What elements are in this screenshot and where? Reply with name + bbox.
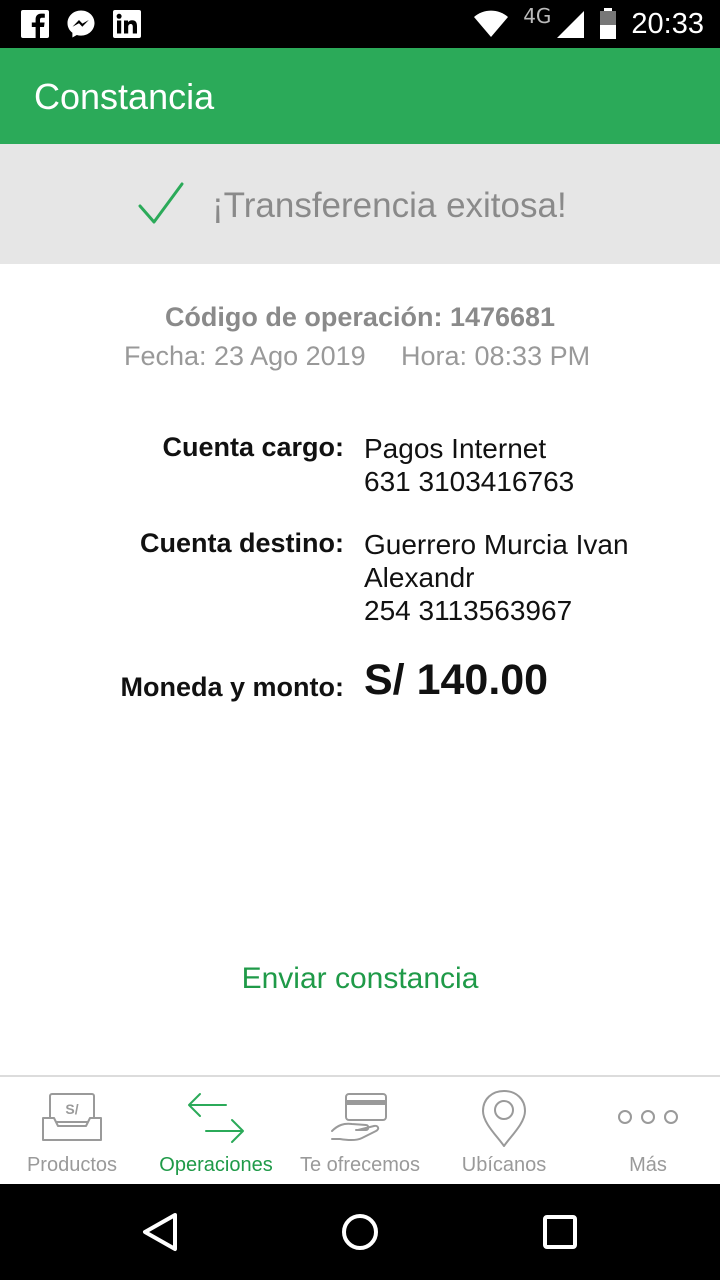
operation-code: Código de operación: 1476681 xyxy=(164,302,556,332)
operation-time: Hora: 08:33 PM xyxy=(401,341,591,371)
destination-account-name: Guerrero Murcia Ivan xyxy=(364,529,629,560)
check-icon xyxy=(138,182,184,224)
app-bar: Constancia xyxy=(0,48,720,144)
linkedin-icon xyxy=(113,10,141,38)
destination-account-name-cont: Alexandr xyxy=(364,562,475,593)
home-icon[interactable] xyxy=(340,1212,380,1252)
nav-item-productos[interactable]: S/ Productos xyxy=(0,1077,144,1184)
location-pin-icon xyxy=(482,1090,526,1147)
destination-account-label: Cuenta destino: xyxy=(139,528,344,558)
amount-label: Moneda y monto: xyxy=(120,672,345,702)
amount-value: S/ 140.00 xyxy=(364,656,549,704)
svg-text:S/: S/ xyxy=(65,1101,78,1117)
nav-label-mas: Más xyxy=(629,1154,667,1176)
status-bar: 4G 20:33 xyxy=(0,0,720,48)
network-type-label: 4G xyxy=(523,4,552,28)
facebook-icon xyxy=(21,10,49,38)
send-receipt-link[interactable]: Enviar constancia xyxy=(0,962,720,996)
notification-icons xyxy=(20,9,142,39)
nav-label-operaciones: Operaciones xyxy=(159,1154,273,1176)
nav-item-ubicanos[interactable]: Ubícanos xyxy=(432,1077,576,1184)
wifi-icon xyxy=(474,10,509,37)
messenger-icon xyxy=(67,10,95,38)
nav-label-te-ofrecemos: Te ofrecemos xyxy=(299,1154,421,1176)
cargo-account-name: Pagos Internet xyxy=(364,433,547,464)
system-status: 4G 20:33 xyxy=(473,4,704,44)
recent-apps-icon[interactable] xyxy=(542,1212,578,1252)
hand-card-icon xyxy=(331,1093,387,1141)
more-dots-icon xyxy=(618,1110,678,1124)
transfer-arrows-icon xyxy=(188,1093,244,1143)
destination-account-number: 254 3113563967 xyxy=(364,595,573,626)
battery-icon xyxy=(600,8,617,39)
operation-date: Fecha: 23 Ago 2019 xyxy=(124,341,366,371)
success-message: ¡Transferencia exitosa! xyxy=(212,186,567,225)
cargo-account-number: 631 3103416763 xyxy=(364,466,575,497)
bottom-navigation: S/ Productos Operaciones Te ofrecemos Ub… xyxy=(0,1075,720,1184)
nav-item-mas[interactable]: Más xyxy=(576,1077,720,1184)
nav-label-ubicanos: Ubícanos xyxy=(461,1154,547,1176)
system-navigation-bar xyxy=(0,1184,720,1280)
cargo-account-label: Cuenta cargo: xyxy=(162,432,344,462)
nav-item-operaciones[interactable]: Operaciones xyxy=(144,1077,288,1184)
cell-signal-icon xyxy=(557,11,585,38)
nav-label-productos: Productos xyxy=(26,1154,118,1176)
clock: 20:33 xyxy=(631,7,704,40)
nav-item-te-ofrecemos[interactable]: Te ofrecemos xyxy=(288,1077,432,1184)
tray-money-icon: S/ xyxy=(42,1093,102,1141)
back-icon[interactable] xyxy=(142,1212,178,1252)
page-title: Constancia xyxy=(34,76,215,117)
